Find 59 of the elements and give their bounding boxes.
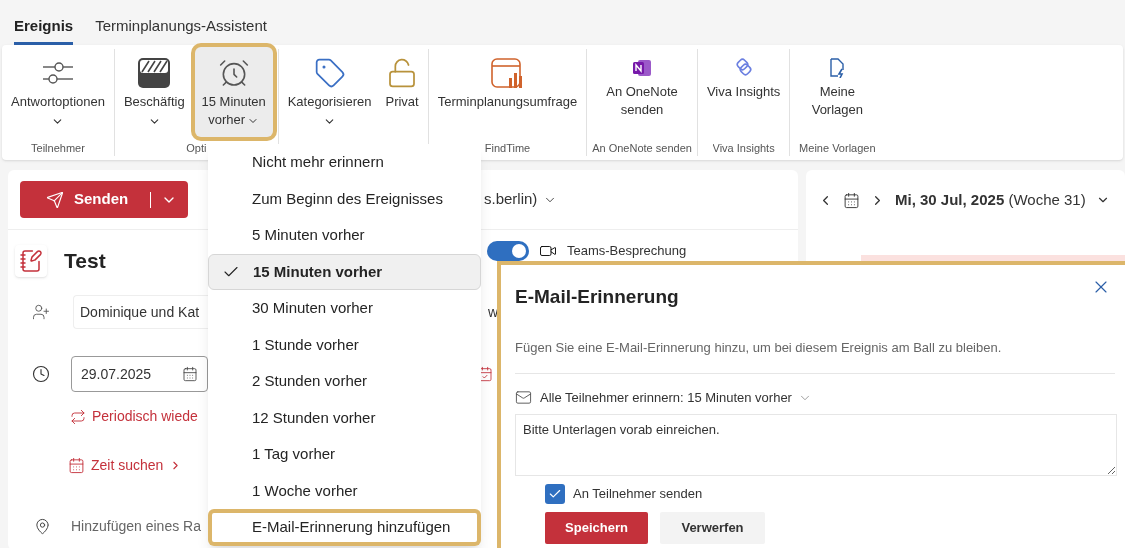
mail-icon	[515, 389, 532, 407]
people-add-icon	[32, 303, 50, 321]
tab[interactable]: Terminplanungs-Assistent	[95, 14, 267, 45]
notebook-pen-icon	[19, 249, 43, 273]
checkbox-label: An Teilnehmer senden	[573, 484, 703, 503]
menu-item[interactable]: 15 Minuten vorher	[208, 253, 481, 290]
menu-item[interactable]: 1 Tag vorher	[208, 436, 481, 473]
calendar-icon	[68, 457, 85, 474]
group-label: FindTime	[484, 141, 531, 156]
ribbon-button[interactable]: Beschäftig	[119, 49, 189, 137]
calendar-icon[interactable]	[843, 191, 860, 209]
ribbon-button[interactable]: Viva Insights	[702, 49, 785, 137]
ribbon-button[interactable]: An OneNote senden	[600, 49, 685, 137]
find-time-link[interactable]: Zeit suchen	[68, 455, 196, 476]
notebook-icon	[632, 59, 653, 77]
menu-item[interactable]: 1 Woche vorher	[208, 472, 481, 509]
striped-box-icon	[137, 57, 172, 89]
alarm-clock-icon	[217, 57, 250, 89]
ribbon-button[interactable]: Privat	[381, 49, 423, 137]
menu-item[interactable]: E-Mail-Erinnerung hinzufügen	[208, 509, 481, 546]
date-field[interactable]: 29.07.2025	[71, 356, 208, 392]
date-heading: Mi, 30 Jul, 2025 (Woche 31)	[895, 189, 1086, 210]
menu-item[interactable]: Nicht mehr erinnern	[208, 144, 481, 181]
group-label: An OneNote senden	[592, 141, 692, 156]
toggle-switch[interactable]	[487, 241, 529, 261]
reminder-dropdown[interactable]: Alle Teilnehmer erinnern: 15 Minuten vorher	[540, 388, 812, 408]
dialog-title: E-Mail-Erinnerung	[515, 285, 679, 309]
menu-item[interactable]: 1 Stunde vorher	[208, 326, 481, 363]
discard-button[interactable]: Verwerfen	[660, 511, 765, 544]
menu-item[interactable]: 5 Minuten vorher	[208, 217, 481, 254]
send-icon	[46, 190, 64, 209]
message-field[interactable]: Bitte Unterlagen vorab einreichen.	[515, 413, 1117, 476]
location-icon	[34, 518, 51, 535]
group-label: Meine Vorlagen	[799, 141, 876, 156]
location-field[interactable]: Hinzufügen eines Ra	[71, 516, 201, 537]
linked-diamonds-icon	[733, 58, 754, 78]
group-label: Opti	[186, 141, 207, 156]
tag-icon	[313, 57, 346, 89]
event-title: Test	[64, 248, 107, 275]
save-button[interactable]: Speichern	[545, 511, 648, 544]
ribbon-button[interactable]: Terminplanungsumfrage	[433, 49, 582, 137]
teams-label: Teams-Besprechung	[567, 242, 687, 261]
group-label: Teilnehmer	[31, 141, 85, 156]
group-label: Viva Insights	[712, 141, 775, 156]
menu-item[interactable]: 2 Stunden vorher	[208, 363, 481, 400]
ribbon-button[interactable]: Antwortoptionen	[7, 49, 109, 137]
ribbon-button[interactable]: Meine Vorlagen	[795, 49, 880, 137]
document-bolt-icon	[829, 58, 846, 78]
dialog-description: Fügen Sie eine E-Mail-Erinnerung hinzu, um bei diesem Ereignis am Ball zu bleiben.	[515, 338, 1003, 357]
repeat-icon	[70, 408, 86, 425]
calendar-chart-icon	[490, 56, 525, 90]
ribbon-button[interactable]: Kategorisieren	[283, 49, 376, 137]
sliders-icon	[40, 60, 75, 86]
clock-icon	[32, 365, 50, 383]
checkbox[interactable]	[545, 483, 565, 504]
calendar-icon	[182, 366, 198, 382]
send-button[interactable]: Senden	[20, 181, 188, 218]
menu-item[interactable]: Zum Beginn des Ereignisses	[208, 180, 481, 217]
account-label: s.berlin)	[484, 189, 538, 210]
